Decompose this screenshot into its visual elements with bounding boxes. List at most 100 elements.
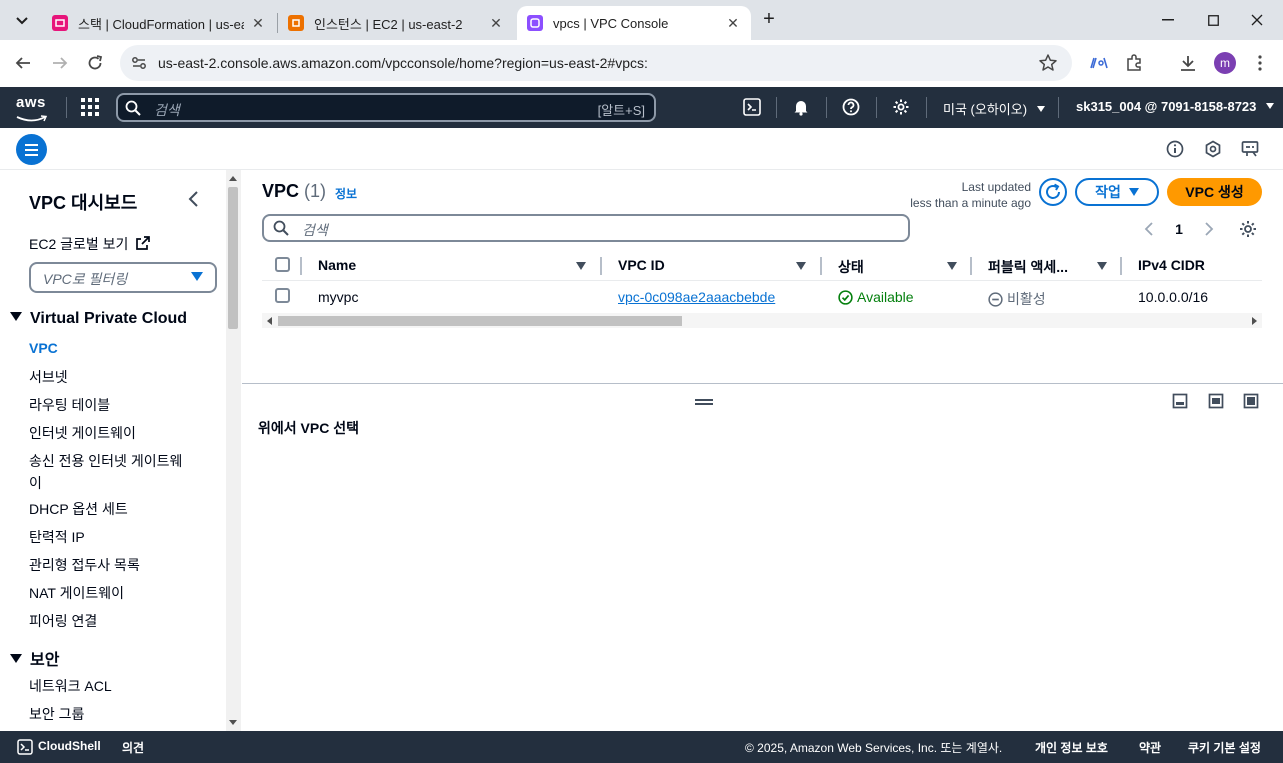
browser-tab-ec2[interactable]: 인스턴스 | EC2 | us-east-2 ✕	[278, 6, 514, 40]
sidebar-section-security[interactable]: 보안	[10, 646, 59, 670]
browser-tab-vpc[interactable]: vpcs | VPC Console ✕	[517, 6, 751, 40]
region-selector[interactable]: 미국 (오하이오)	[943, 99, 1045, 118]
info-link[interactable]: 정보	[335, 185, 357, 202]
sidebar-section-virtual-private-cloud[interactable]: Virtual Private Cloud	[10, 310, 187, 328]
extensions-puzzle-icon[interactable]	[1122, 51, 1146, 75]
previous-page-icon[interactable]	[1144, 221, 1154, 237]
close-tab-icon[interactable]: ✕	[725, 15, 741, 31]
sidebar-item-dhcp-option-sets[interactable]: DHCP 옵션 세트	[29, 499, 128, 519]
sidebar-item-internet-gateways[interactable]: 인터넷 게이트웨이	[29, 423, 136, 443]
reload-icon[interactable]	[83, 51, 107, 75]
profile-avatar[interactable]: m	[1214, 52, 1236, 74]
sidebar-item-route-tables[interactable]: 라우팅 테이블	[29, 395, 110, 415]
new-tab-button[interactable]: +	[759, 9, 779, 29]
split-panel-divider	[242, 383, 1283, 384]
feedback-icon[interactable]	[1241, 140, 1259, 158]
account-menu[interactable]: sk315_004 @ 7091-8158-8723	[1076, 99, 1275, 114]
download-icon[interactable]	[1176, 51, 1200, 75]
tab-search-dropdown-icon[interactable]	[8, 8, 36, 34]
sidebar-item-elastic-ips[interactable]: 탄력적 IP	[29, 527, 85, 547]
close-tab-icon[interactable]: ✕	[488, 15, 504, 31]
sort-caret-icon[interactable]	[947, 262, 957, 270]
disabled-minus-icon	[988, 292, 1003, 307]
create-vpc-button[interactable]: VPC 생성	[1167, 178, 1262, 206]
vpc-filter-select[interactable]: VPC로 필터링	[29, 262, 217, 293]
terms-link[interactable]: 약관	[1139, 739, 1161, 756]
side-navigation-toggle[interactable]	[16, 134, 47, 165]
sidebar-item-egress-only-igw[interactable]: 송신 전용 인터넷 게이트웨 이	[29, 451, 182, 493]
scroll-up-arrow-icon[interactable]	[229, 176, 237, 181]
services-grid-icon[interactable]	[80, 97, 100, 117]
browser-tab-cloudformation[interactable]: 스택 | CloudFormation | us-ea ✕	[42, 6, 276, 40]
sort-caret-icon[interactable]	[1097, 262, 1107, 270]
notifications-bell-icon[interactable]	[791, 97, 811, 117]
sidebar-item-managed-prefix-lists[interactable]: 관리형 접두사 목록	[29, 555, 140, 575]
hexagon-status-icon[interactable]	[1204, 140, 1222, 158]
select-all-checkbox[interactable]	[275, 257, 290, 272]
split-panel-full-icon[interactable]	[1243, 393, 1259, 409]
maximize-icon[interactable]	[1201, 8, 1225, 32]
refresh-button[interactable]	[1039, 178, 1067, 206]
search-shortcut-hint: [알트+S]	[597, 103, 645, 118]
browser-menu-icon[interactable]	[1248, 51, 1272, 75]
column-header-status[interactable]: 상태	[838, 257, 864, 277]
scroll-down-arrow-icon[interactable]	[229, 720, 237, 725]
split-panel-bottom-icon[interactable]	[1172, 393, 1188, 409]
collapse-sidebar-icon[interactable]	[186, 190, 202, 208]
sort-caret-icon[interactable]	[576, 262, 586, 270]
sidebar-scrollbar[interactable]	[226, 170, 241, 731]
aws-top-nav: aws 검색 [알트+S] 미국 (오하이오) sk315_004 @ 7091…	[0, 87, 1283, 128]
sidebar-item-vpc[interactable]: VPC	[29, 340, 58, 356]
actions-dropdown-button[interactable]: 작업	[1075, 178, 1159, 206]
info-icon[interactable]	[1166, 140, 1184, 158]
extension-translate-icon[interactable]	[1086, 51, 1110, 75]
resource-count: (1)	[304, 181, 327, 201]
close-window-icon[interactable]	[1245, 8, 1269, 32]
split-panel-side-icon[interactable]	[1208, 393, 1224, 409]
privacy-link[interactable]: 개인 정보 보호	[1035, 739, 1108, 756]
cloudshell-icon[interactable]	[17, 739, 33, 755]
column-header-vpc-id[interactable]: VPC ID	[618, 257, 665, 273]
sidebar-item-peering-connections[interactable]: 피어링 연결	[29, 611, 97, 631]
close-tab-icon[interactable]: ✕	[250, 15, 266, 31]
scroll-left-arrow-icon[interactable]	[267, 317, 272, 325]
forward-icon[interactable]	[48, 51, 72, 75]
current-page-number[interactable]: 1	[1175, 221, 1183, 237]
site-info-icon[interactable]	[130, 54, 148, 72]
sidebar-title[interactable]: VPC 대시보드	[29, 189, 137, 215]
scrollbar-thumb[interactable]	[278, 316, 682, 326]
column-header-name[interactable]: Name	[318, 257, 356, 273]
nav-divider	[66, 97, 67, 118]
address-bar[interactable]: us-east-2.console.aws.amazon.com/vpccons…	[120, 45, 1072, 81]
sidebar-item-network-acls[interactable]: 네트워크 ACL	[29, 676, 112, 696]
table-row[interactable]: myvpc vpc-0c098ae2aaacbebde Available 비활…	[262, 281, 1262, 311]
split-panel-resize-handle[interactable]	[695, 399, 713, 405]
table-preferences-gear-icon[interactable]	[1238, 219, 1258, 239]
cell-vpc-id-link[interactable]: vpc-0c098ae2aaacbebde	[618, 289, 775, 305]
sidebar-item-nat-gateways[interactable]: NAT 게이트웨이	[29, 583, 124, 603]
sidebar-item-subnets[interactable]: 서브넷	[29, 367, 68, 387]
aws-search-input[interactable]: 검색 [알트+S]	[116, 93, 656, 122]
aws-logo[interactable]: aws	[16, 95, 50, 122]
column-header-public-access[interactable]: 퍼블릭 액세...	[988, 257, 1068, 277]
scrollbar-thumb[interactable]	[228, 187, 238, 329]
bookmark-star-icon[interactable]	[1038, 53, 1058, 73]
table-horizontal-scrollbar[interactable]	[262, 313, 1262, 328]
sidebar-item-security-groups[interactable]: 보안 그룹	[29, 704, 84, 724]
table-search-input[interactable]: 검색	[262, 214, 910, 242]
back-icon[interactable]	[11, 51, 35, 75]
next-page-icon[interactable]	[1204, 221, 1214, 237]
help-icon[interactable]	[841, 97, 861, 117]
cookie-preferences-link[interactable]: 쿠키 기본 설정	[1188, 739, 1261, 756]
sidebar-item-ec2-global-view[interactable]: EC2 글로벌 보기	[29, 234, 151, 254]
row-select-checkbox[interactable]	[275, 288, 290, 303]
minimize-icon[interactable]	[1156, 8, 1180, 32]
sort-caret-icon[interactable]	[796, 262, 806, 270]
scroll-right-arrow-icon[interactable]	[1252, 317, 1257, 325]
cloudshell-link[interactable]: CloudShell	[38, 739, 101, 753]
settings-gear-icon[interactable]	[891, 97, 911, 117]
table-search-placeholder: 검색	[302, 222, 328, 238]
column-header-ipv4-cidr[interactable]: IPv4 CIDR	[1138, 257, 1205, 273]
feedback-link[interactable]: 의견	[122, 739, 144, 756]
cloudshell-icon[interactable]	[742, 97, 762, 117]
